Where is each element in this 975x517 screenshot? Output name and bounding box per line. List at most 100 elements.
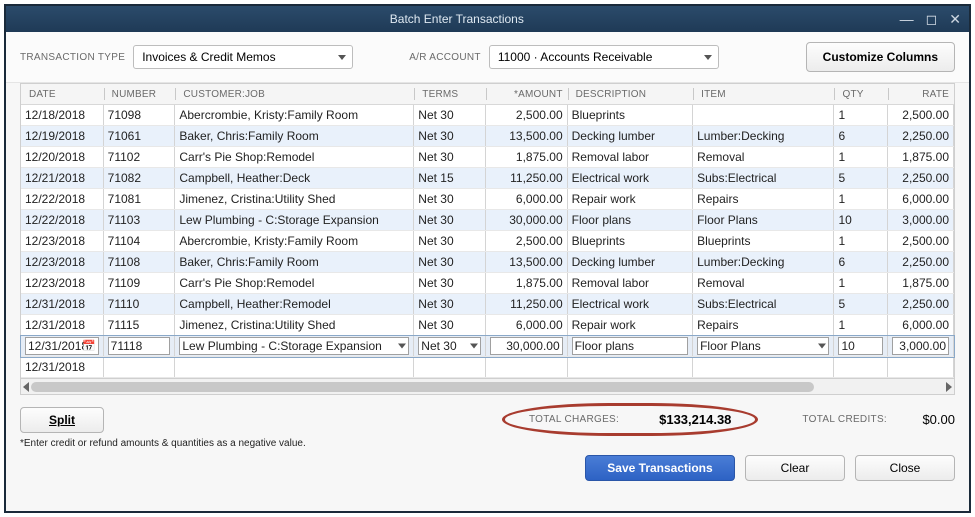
cell-input[interactable]: Floor Plans (697, 337, 829, 355)
total-credits-label: TOTAL CREDITS: (802, 414, 887, 425)
cell-input[interactable]: 71118 (108, 337, 171, 355)
cell-input[interactable]: 3,000.00 (892, 337, 949, 355)
cell[interactable]: 71118 (104, 336, 176, 356)
total-charges-value: $133,214.38 (659, 412, 731, 427)
cell: Carr's Pie Shop:Remodel (175, 273, 414, 293)
cell-input[interactable]: Floor plans (572, 337, 688, 355)
transaction-type-dropdown[interactable]: Invoices & Credit Memos (133, 45, 353, 69)
cell[interactable]: 10 (834, 336, 888, 356)
col-customer[interactable]: CUSTOMER:JOB (175, 84, 414, 104)
cell: Baker, Chris:Family Room (175, 252, 414, 272)
cell[interactable]: Floor Plans (693, 336, 834, 356)
cell-input[interactable]: 12/31/2018📅 (25, 337, 99, 355)
cell: Subs:Electrical (693, 168, 834, 188)
split-button[interactable]: Split (20, 407, 104, 433)
maximize-icon[interactable]: ◻ (926, 11, 938, 28)
cell-input[interactable]: Net 30 (418, 337, 481, 355)
cell-input[interactable]: 30,000.00 (490, 337, 563, 355)
clear-button[interactable]: Clear (745, 455, 845, 481)
close-button[interactable]: Close (855, 455, 955, 481)
ar-account-dropdown[interactable]: 11000 · Accounts Receivable (489, 45, 719, 69)
cell: Net 30 (414, 210, 486, 230)
table-row[interactable]: 12/22/201871081Jimenez, Cristina:Utility… (21, 189, 954, 210)
table-row[interactable]: 12/23/201871108Baker, Chris:Family RoomN… (21, 252, 954, 273)
cell: Removal (693, 147, 834, 167)
scroll-left-icon[interactable] (23, 382, 29, 392)
cell-input[interactable]: Lew Plumbing - C:Storage Expansion (179, 337, 409, 355)
cell: Net 30 (414, 147, 486, 167)
grid-header: DATE NUMBER CUSTOMER:JOB TERMS *AMOUNT D… (21, 84, 954, 105)
cell: 71081 (104, 189, 176, 209)
cell[interactable]: Lew Plumbing - C:Storage Expansion (175, 336, 414, 356)
total-charges-highlight: TOTAL CHARGES: $133,214.38 (502, 403, 758, 436)
table-row[interactable]: 12/31/201871115Jimenez, Cristina:Utility… (21, 315, 954, 336)
cell: 12/23/2018 (21, 273, 104, 293)
table-row[interactable]: 12/23/201871109Carr's Pie Shop:RemodelNe… (21, 273, 954, 294)
table-row[interactable]: 12/18/201871098Abercrombie, Kristy:Famil… (21, 105, 954, 126)
cell[interactable]: 3,000.00 (888, 336, 954, 356)
col-rate[interactable]: RATE (888, 84, 954, 104)
cell: Net 30 (414, 252, 486, 272)
cell: Repair work (568, 315, 693, 335)
cell: 11,250.00 (486, 168, 568, 188)
batch-enter-window: Batch Enter Transactions — ◻ ✕ TRANSACTI… (4, 4, 971, 513)
scroll-right-icon[interactable] (946, 382, 952, 392)
col-qty[interactable]: QTY (834, 84, 888, 104)
cell: Lumber:Decking (693, 252, 834, 272)
cell: 2,250.00 (888, 126, 954, 146)
cell (104, 357, 176, 377)
cell: Net 30 (414, 231, 486, 251)
cell: Lumber:Decking (693, 126, 834, 146)
cell: 6,000.00 (486, 315, 568, 335)
cell: 2,500.00 (888, 105, 954, 125)
cell[interactable]: Net 30 (414, 336, 486, 356)
table-row[interactable]: 12/31/2018 (21, 357, 954, 378)
scrollbar-thumb[interactable] (31, 382, 814, 392)
table-row[interactable]: 12/23/201871104Abercrombie, Kristy:Famil… (21, 231, 954, 252)
col-amount[interactable]: *AMOUNT (486, 84, 568, 104)
cell[interactable]: Floor plans (568, 336, 693, 356)
table-row[interactable]: 12/21/201871082Campbell, Heather:DeckNet… (21, 168, 954, 189)
col-date[interactable]: DATE (21, 84, 104, 104)
transaction-type-value: Invoices & Credit Memos (142, 50, 275, 64)
cell: 30,000.00 (486, 210, 568, 230)
cell[interactable]: 30,000.00 (486, 336, 568, 356)
cell: 6,000.00 (888, 315, 954, 335)
cell: 71098 (104, 105, 176, 125)
minimize-icon[interactable]: — (900, 11, 914, 28)
cell (175, 357, 414, 377)
cell: 6 (834, 126, 888, 146)
cell: 12/21/2018 (21, 168, 104, 188)
cell (834, 357, 888, 377)
table-row[interactable]: 12/31/201871110Campbell, Heather:Remodel… (21, 294, 954, 315)
calendar-icon[interactable]: 📅 (82, 340, 96, 353)
cell: 12/31/2018 (21, 357, 104, 377)
cell: 1,875.00 (888, 147, 954, 167)
cell: 1,875.00 (486, 273, 568, 293)
save-transactions-button[interactable]: Save Transactions (585, 455, 735, 481)
cell-input[interactable]: 10 (838, 337, 883, 355)
table-row[interactable]: 12/22/201871103Lew Plumbing - C:Storage … (21, 210, 954, 231)
col-description[interactable]: DESCRIPTION (568, 84, 693, 104)
table-row[interactable]: 12/31/2018📅 71118 Lew Plumbing - C:Storage… (21, 336, 954, 357)
col-item[interactable]: ITEM (693, 84, 834, 104)
cell: 1 (834, 189, 888, 209)
table-row[interactable]: 12/19/201871061Baker, Chris:Family RoomN… (21, 126, 954, 147)
table-row[interactable]: 12/20/201871102Carr's Pie Shop:RemodelNe… (21, 147, 954, 168)
cell: Lew Plumbing - C:Storage Expansion (175, 210, 414, 230)
chevron-down-icon (818, 344, 826, 349)
chevron-down-icon (338, 55, 346, 60)
cell: 12/23/2018 (21, 252, 104, 272)
horizontal-scrollbar[interactable] (20, 379, 955, 395)
summary-row: Split TOTAL CHARGES: $133,214.38 TOTAL C… (6, 395, 969, 438)
cell: Baker, Chris:Family Room (175, 126, 414, 146)
cell: 2,500.00 (486, 231, 568, 251)
customize-columns-button[interactable]: Customize Columns (806, 42, 955, 72)
footer-note: *Enter credit or refund amounts & quanti… (6, 438, 969, 455)
col-number[interactable]: NUMBER (104, 84, 176, 104)
cell[interactable]: 12/31/2018📅 (21, 336, 104, 356)
cell: Floor plans (568, 210, 693, 230)
close-icon[interactable]: ✕ (949, 11, 961, 28)
col-terms[interactable]: TERMS (414, 84, 486, 104)
cell: 11,250.00 (486, 294, 568, 314)
